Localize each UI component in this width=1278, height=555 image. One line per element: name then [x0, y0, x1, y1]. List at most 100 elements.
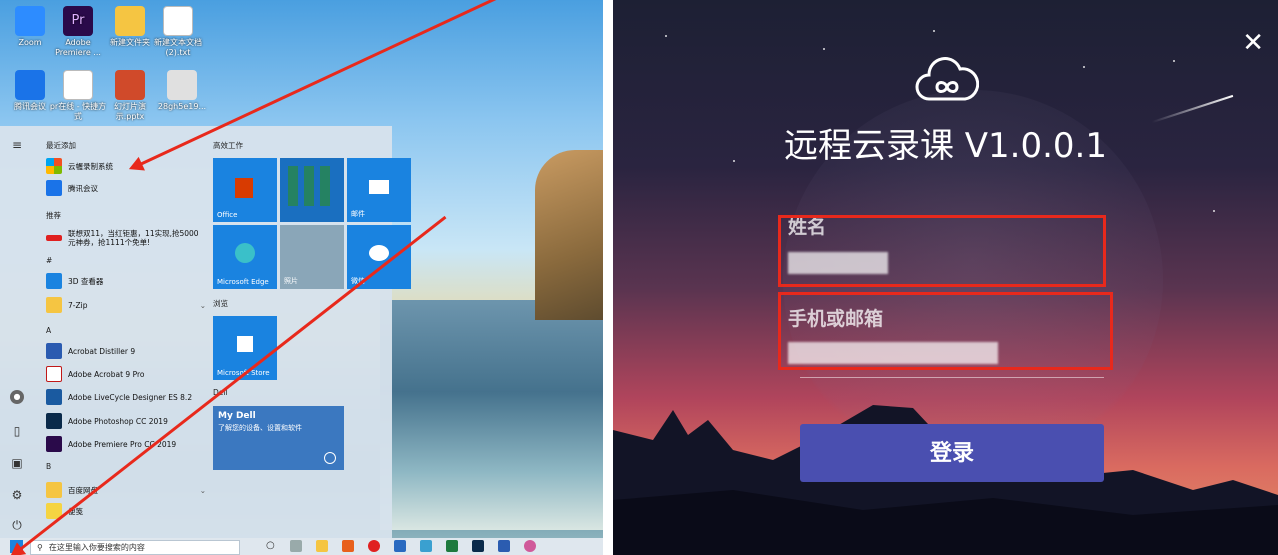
chrome-icon[interactable]: [368, 540, 380, 552]
office-icon: [235, 178, 253, 198]
section-b: B: [46, 462, 52, 471]
app-item[interactable]: 百度网盘 ⌄: [46, 481, 206, 499]
office-apps-icon: [288, 166, 336, 206]
tencent-meeting-icon: [46, 180, 62, 196]
tencent-meeting-icon: [15, 70, 45, 100]
document-icon[interactable]: ▯: [10, 424, 24, 438]
wallpaper-rock: [535, 150, 603, 320]
app-item[interactable]: 3D 查看器: [46, 272, 103, 290]
cortana-icon[interactable]: ○: [266, 540, 278, 552]
power-icon[interactable]: ⏻: [10, 518, 24, 532]
acrobat-distiller-icon: [46, 343, 62, 359]
start-menu: ≡ ● ▯ ▣ ⚙ ⏻ 最近添加 云幄录制系统 腾讯会议 推荐 联想双11，当红…: [0, 126, 411, 538]
acrobat-icon: [46, 366, 62, 382]
screenshot-root: Zoom Pr Adobe Premiere ... 新建文件夹 新建文本文档 …: [0, 0, 1278, 555]
text-file-icon: [163, 6, 193, 36]
taskbar: ⚲ 在这里输入你要搜索的内容 ○: [0, 538, 603, 555]
tile-photos[interactable]: 照片: [280, 225, 344, 289]
cloud-logo-icon: [915, 57, 979, 101]
tile-my-dell[interactable]: My Dell 了解您的设备、设置和软件: [213, 406, 344, 470]
desktop-icon-pptx[interactable]: 幻灯片演示.pptx: [100, 70, 160, 122]
star: [665, 35, 667, 37]
app-item[interactable]: 联想双11，当红钜惠，11实现,抢5000元神券，抢1111个免单!: [46, 225, 206, 251]
divider: [603, 0, 613, 555]
wallpaper-sea: [380, 300, 603, 530]
search-icon: ⚲: [37, 543, 43, 552]
highlight-box-contact: [778, 292, 1113, 370]
word-icon[interactable]: [498, 540, 510, 552]
app-list: 最近添加 云幄录制系统 腾讯会议 推荐 联想双11，当红钜惠，11实现,抢500…: [38, 126, 206, 538]
premiere-icon: Pr: [63, 6, 93, 36]
app-icon[interactable]: [342, 540, 354, 552]
hamburger-icon[interactable]: ≡: [10, 138, 24, 152]
tile-office-apps[interactable]: [280, 158, 344, 222]
app-item[interactable]: 7-Zip ⌄: [46, 296, 206, 314]
my-dell-subtitle: 了解您的设备、设置和软件: [218, 424, 302, 432]
app-icon[interactable]: [524, 540, 536, 552]
desktop-icon-file[interactable]: 28gh5e19...: [152, 70, 212, 112]
tile-wechat[interactable]: 微信: [347, 225, 411, 289]
tile-section-productivity: 高效工作: [213, 141, 243, 150]
tile-edge[interactable]: Microsoft Edge: [213, 225, 277, 289]
login-button[interactable]: 登录: [800, 424, 1104, 482]
app-item[interactable]: 云幄录制系统: [46, 157, 113, 175]
wechat-icon: [369, 245, 389, 261]
search-input[interactable]: ⚲ 在这里输入你要搜索的内容: [30, 540, 240, 555]
field-underline: [800, 377, 1104, 378]
desktop-icon-premiere[interactable]: Pr Adobe Premiere ...: [48, 6, 108, 58]
folder-icon: [46, 482, 62, 498]
settings-icon[interactable]: ⚙: [10, 488, 24, 502]
star: [1083, 66, 1085, 68]
app-item[interactable]: Adobe Photoshop CC 2019: [46, 412, 168, 430]
star: [1173, 60, 1175, 62]
pictures-icon[interactable]: ▣: [10, 456, 24, 470]
close-icon[interactable]: ✕: [1242, 30, 1264, 56]
chevron-down-icon[interactable]: ⌄: [200, 301, 206, 310]
app-icon[interactable]: [420, 540, 432, 552]
user-icon[interactable]: ●: [10, 390, 24, 404]
mail-icon: [369, 180, 389, 194]
my-dell-title: My Dell: [218, 411, 256, 421]
desktop-icon-textfile[interactable]: 新建文本文档 (2).txt: [148, 6, 208, 58]
task-view-icon[interactable]: [290, 540, 302, 552]
folder-icon: [46, 297, 62, 313]
powerpoint-icon: [115, 70, 145, 100]
livecycle-icon: [46, 389, 62, 405]
section-hash: #: [46, 256, 53, 265]
star: [823, 48, 825, 50]
app-item[interactable]: 腾讯会议: [46, 179, 98, 197]
app-item[interactable]: Adobe LiveCycle Designer ES 8.2: [46, 388, 192, 406]
file-icon: [167, 70, 197, 100]
3d-viewer-icon: [46, 273, 62, 289]
section-a: A: [46, 326, 52, 335]
login-window: ✕ 远程云录课 V1.0.0.1 姓名 手机或邮箱 登录: [613, 0, 1278, 555]
star: [1213, 210, 1215, 212]
dell-logo-icon: [324, 452, 336, 464]
tile-section-browse: 浏览: [213, 299, 228, 308]
premiere-icon: [46, 436, 62, 452]
app-item[interactable]: Acrobat Distiller 9: [46, 342, 135, 360]
highlight-box-name: [778, 215, 1106, 287]
excel-icon[interactable]: [446, 540, 458, 552]
windows-desktop: Zoom Pr Adobe Premiere ... 新建文件夹 新建文本文档 …: [0, 0, 603, 555]
section-recent: 最近添加: [46, 141, 76, 150]
tile-office[interactable]: Office: [213, 158, 277, 222]
edge-icon: [235, 243, 255, 263]
shortcut-icon: [63, 70, 93, 100]
recorder-icon: [46, 158, 62, 174]
photoshop-icon[interactable]: [472, 540, 484, 552]
store-icon: [237, 336, 253, 352]
lenovo-icon: [46, 235, 62, 241]
start-menu-rail: ≡ ● ▯ ▣ ⚙ ⏻: [0, 126, 36, 538]
star: [933, 30, 935, 32]
chevron-down-icon[interactable]: ⌄: [200, 486, 206, 495]
app-item[interactable]: Adobe Acrobat 9 Pro: [46, 365, 144, 383]
zoom-icon: [15, 6, 45, 36]
folder-icon: [115, 6, 145, 36]
photoshop-icon: [46, 413, 62, 429]
app-icon[interactable]: [394, 540, 406, 552]
tile-mail[interactable]: 邮件: [347, 158, 411, 222]
file-explorer-icon[interactable]: [316, 540, 328, 552]
section-recommended: 推荐: [46, 211, 61, 220]
desktop-icon-pr-shortcut[interactable]: pr在线 - 快捷方式: [48, 70, 108, 122]
